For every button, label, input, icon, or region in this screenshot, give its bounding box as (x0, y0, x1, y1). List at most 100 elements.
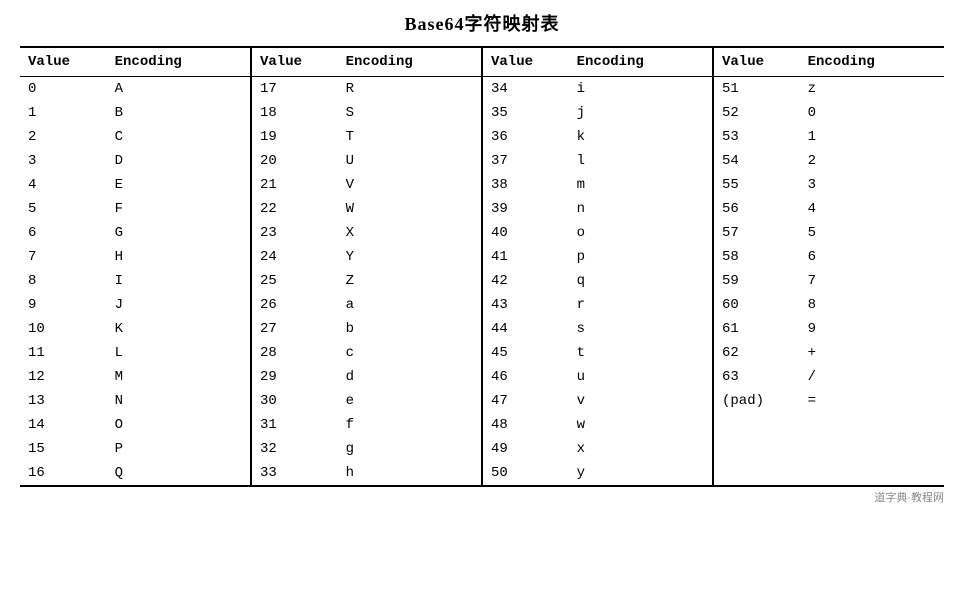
table-row: 7H24Y41p586 (20, 245, 944, 269)
row15-col1-value: 32 (251, 437, 338, 461)
row6-col1-value: 23 (251, 221, 338, 245)
row11-col3-encoding: + (800, 341, 944, 365)
row8-col0-value: 8 (20, 269, 107, 293)
row11-col3-value: 62 (713, 341, 800, 365)
col2-value-header: Value (251, 47, 338, 77)
row13-col3-value: (pad) (713, 389, 800, 413)
base64-table: Value Encoding Value Encoding Value Enco… (20, 46, 944, 487)
row13-col2-encoding: v (569, 389, 713, 413)
table-row: 13N30e47v(pad)= (20, 389, 944, 413)
row5-col0-encoding: F (107, 197, 251, 221)
row15-col2-encoding: x (569, 437, 713, 461)
row8-col3-encoding: 7 (800, 269, 944, 293)
page-title: Base64字符映射表 (20, 10, 944, 36)
row5-col3-value: 56 (713, 197, 800, 221)
row14-col0-encoding: O (107, 413, 251, 437)
row10-col0-encoding: K (107, 317, 251, 341)
row13-col1-encoding: e (338, 389, 482, 413)
row2-col3-value: 53 (713, 125, 800, 149)
row4-col2-value: 38 (482, 173, 569, 197)
table-row: 15P32g49x (20, 437, 944, 461)
row5-col3-encoding: 4 (800, 197, 944, 221)
row12-col3-encoding: / (800, 365, 944, 389)
row6-col1-encoding: X (338, 221, 482, 245)
row0-col3-value: 51 (713, 77, 800, 102)
table-row: 4E21V38m553 (20, 173, 944, 197)
row3-col2-encoding: l (569, 149, 713, 173)
row8-col3-value: 59 (713, 269, 800, 293)
header-row: Value Encoding Value Encoding Value Enco… (20, 47, 944, 77)
row6-col2-value: 40 (482, 221, 569, 245)
col3-encoding-header: Encoding (569, 47, 713, 77)
row14-col1-value: 31 (251, 413, 338, 437)
row10-col3-value: 61 (713, 317, 800, 341)
row8-col1-value: 25 (251, 269, 338, 293)
row4-col0-value: 4 (20, 173, 107, 197)
row16-col0-encoding: Q (107, 461, 251, 486)
row9-col3-value: 60 (713, 293, 800, 317)
row15-col2-value: 49 (482, 437, 569, 461)
row16-col2-value: 50 (482, 461, 569, 486)
row12-col2-value: 46 (482, 365, 569, 389)
row6-col3-value: 57 (713, 221, 800, 245)
table-row: 16Q33h50y (20, 461, 944, 486)
row14-col1-encoding: f (338, 413, 482, 437)
row9-col2-value: 43 (482, 293, 569, 317)
table-row: 0A17R34i51z (20, 77, 944, 102)
row10-col3-encoding: 9 (800, 317, 944, 341)
row11-col2-encoding: t (569, 341, 713, 365)
row5-col1-value: 22 (251, 197, 338, 221)
row16-col2-encoding: y (569, 461, 713, 486)
row11-col1-value: 28 (251, 341, 338, 365)
row13-col0-value: 13 (20, 389, 107, 413)
table-row: 9J26a43r608 (20, 293, 944, 317)
row2-col0-encoding: C (107, 125, 251, 149)
row10-col2-value: 44 (482, 317, 569, 341)
row12-col1-encoding: d (338, 365, 482, 389)
table-row: 5F22W39n564 (20, 197, 944, 221)
row1-col3-encoding: 0 (800, 101, 944, 125)
table-header: Value Encoding Value Encoding Value Enco… (20, 47, 944, 77)
table-row: 3D20U37l542 (20, 149, 944, 173)
row9-col1-value: 26 (251, 293, 338, 317)
row14-col2-encoding: w (569, 413, 713, 437)
row7-col0-value: 7 (20, 245, 107, 269)
row10-col2-encoding: s (569, 317, 713, 341)
row3-col1-value: 20 (251, 149, 338, 173)
row9-col1-encoding: a (338, 293, 482, 317)
row9-col3-encoding: 8 (800, 293, 944, 317)
col2-encoding-header: Encoding (338, 47, 482, 77)
row13-col2-value: 47 (482, 389, 569, 413)
row13-col3-encoding: = (800, 389, 944, 413)
row6-col3-encoding: 5 (800, 221, 944, 245)
row3-col0-encoding: D (107, 149, 251, 173)
row2-col1-encoding: T (338, 125, 482, 149)
row1-col2-value: 35 (482, 101, 569, 125)
row11-col2-value: 45 (482, 341, 569, 365)
row12-col0-value: 12 (20, 365, 107, 389)
row1-col2-encoding: j (569, 101, 713, 125)
row14-col3-value (713, 413, 800, 437)
row3-col3-encoding: 2 (800, 149, 944, 173)
col4-encoding-header: Encoding (800, 47, 944, 77)
row16-col3-encoding (800, 461, 944, 486)
row15-col0-encoding: P (107, 437, 251, 461)
row8-col1-encoding: Z (338, 269, 482, 293)
row11-col0-value: 11 (20, 341, 107, 365)
table-body: 0A17R34i51z1B18S35j5202C19T36k5313D20U37… (20, 77, 944, 487)
row8-col0-encoding: I (107, 269, 251, 293)
watermark: 道字典·教程网 (20, 489, 944, 505)
row7-col3-encoding: 6 (800, 245, 944, 269)
row3-col2-value: 37 (482, 149, 569, 173)
row7-col0-encoding: H (107, 245, 251, 269)
row4-col3-value: 55 (713, 173, 800, 197)
table-row: 11L28c45t62+ (20, 341, 944, 365)
row9-col0-value: 9 (20, 293, 107, 317)
row12-col0-encoding: M (107, 365, 251, 389)
row4-col2-encoding: m (569, 173, 713, 197)
row11-col0-encoding: L (107, 341, 251, 365)
row1-col3-value: 52 (713, 101, 800, 125)
row10-col0-value: 10 (20, 317, 107, 341)
row3-col1-encoding: U (338, 149, 482, 173)
row3-col3-value: 54 (713, 149, 800, 173)
